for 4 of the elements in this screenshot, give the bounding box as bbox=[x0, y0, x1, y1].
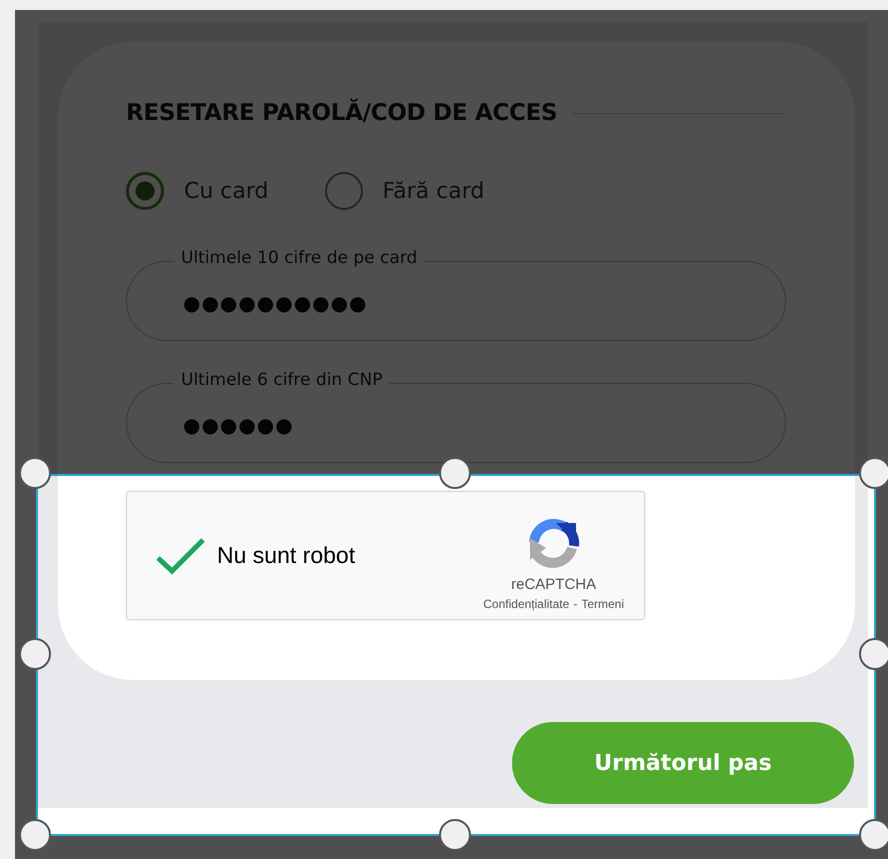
link-separator: - bbox=[573, 597, 578, 611]
form-heading: RESETARE PAROLĂ/COD DE ACCES bbox=[126, 100, 558, 126]
recaptcha-brand: reCAPTCHA bbox=[511, 576, 596, 593]
captcha-label: Nu sunt robot bbox=[217, 542, 356, 569]
